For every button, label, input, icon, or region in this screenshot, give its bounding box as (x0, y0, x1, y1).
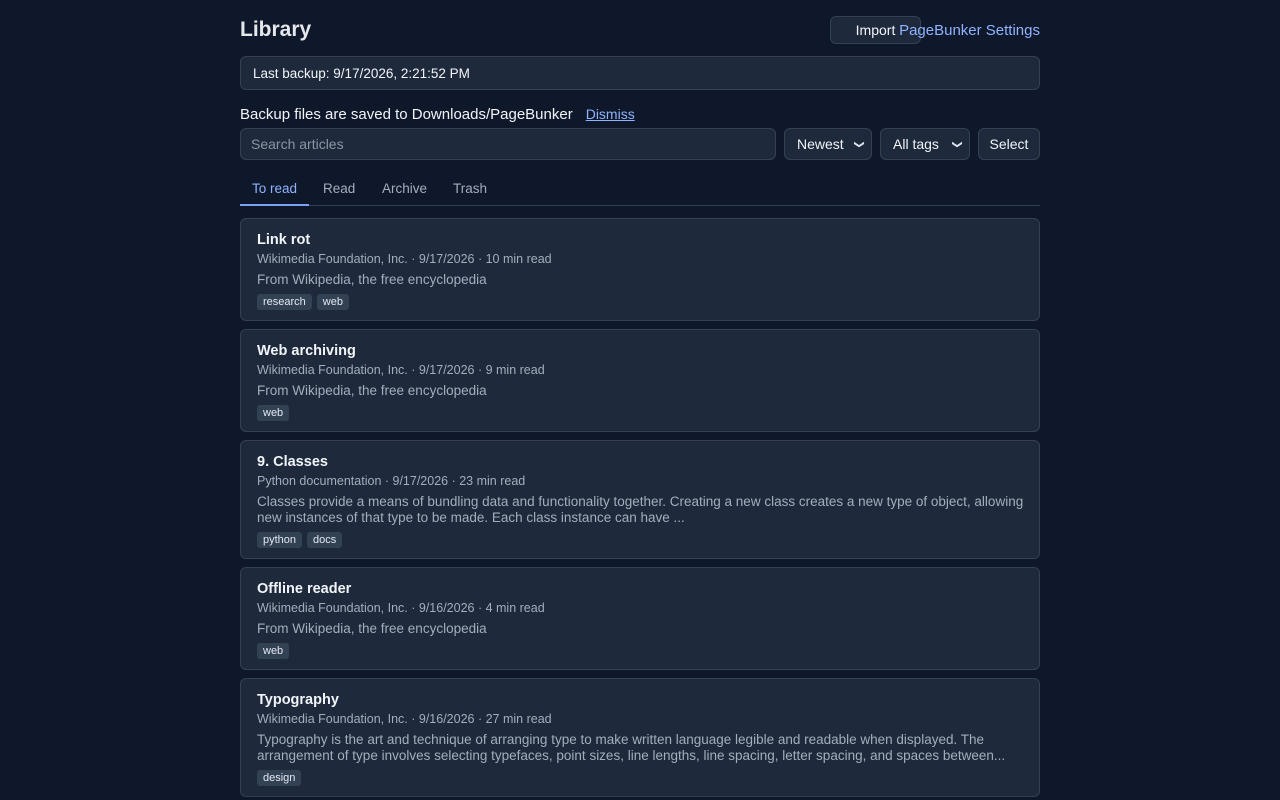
article-meta: Python documentation · 9/17/2026 · 23 mi… (257, 474, 526, 488)
dismiss-link[interactable]: Dismiss (586, 106, 635, 122)
article-card[interactable]: Offline reader Wikimedia Foundation, Inc… (240, 567, 1040, 670)
tab-archive[interactable]: Archive (370, 172, 439, 205)
chevron-down-icon: ❯ (951, 139, 963, 149)
tab-to-read[interactable]: To read (240, 172, 310, 206)
article-tags: python docs (257, 532, 343, 548)
article-card[interactable]: Link rot Wikimedia Foundation, Inc. · 9/… (240, 218, 1040, 321)
article-title: Typography (257, 692, 339, 708)
sort-select[interactable]: Newest ❯ (784, 128, 872, 160)
tab-bar: To read Read Archive Trash (240, 172, 1040, 206)
chevron-down-icon: ❯ (853, 139, 865, 149)
settings-link[interactable]: PageBunker Settings (899, 22, 1040, 39)
article-excerpt: Typography is the art and technique of a… (257, 732, 1006, 763)
select-button[interactable]: Select (978, 128, 1040, 160)
backup-status: Last backup: 9/17/2026, 2:21:52 PM (240, 56, 1040, 90)
article-title: Link rot (257, 232, 311, 248)
backup-notice-text: Backup files are saved to Downloads/Page… (240, 106, 573, 123)
article-excerpt: Classes provide a means of bundling data… (257, 494, 1024, 525)
article-card[interactable]: 9. Classes Python documentation · 9/17/2… (240, 440, 1040, 559)
article-card[interactable]: Typography Wikimedia Foundation, Inc. · … (240, 678, 1040, 797)
controls-bar: Newest ❯ All tags ❯ Select (240, 128, 1040, 160)
article-title: Web archiving (257, 343, 356, 359)
article-excerpt: From Wikipedia, the free encyclopedia (257, 272, 487, 287)
tag-badge: web (257, 643, 290, 659)
article-tags: design (257, 770, 302, 786)
tag-badge: python (257, 532, 303, 548)
article-meta: Wikimedia Foundation, Inc. · 9/16/2026 ·… (257, 601, 545, 615)
tag-badge: design (257, 770, 302, 786)
article-tags: web (257, 643, 290, 659)
tab-read[interactable]: Read (311, 172, 367, 205)
article-meta: Wikimedia Foundation, Inc. · 9/16/2026 ·… (257, 712, 552, 726)
header: Library Import PageBunker Settings (240, 16, 1040, 46)
tag-badge: docs (307, 532, 343, 548)
article-tags: web (257, 405, 290, 421)
article-card[interactable]: Web archiving Wikimedia Foundation, Inc.… (240, 329, 1040, 432)
article-meta: Wikimedia Foundation, Inc. · 9/17/2026 ·… (257, 252, 552, 266)
page-title: Library (240, 18, 312, 41)
article-meta: Wikimedia Foundation, Inc. · 9/17/2026 ·… (257, 363, 545, 377)
sort-select-value: Newest (797, 136, 844, 152)
backup-status-text: Last backup: 9/17/2026, 2:21:52 PM (253, 65, 470, 81)
article-excerpt: From Wikipedia, the free encyclopedia (257, 383, 487, 398)
tag-filter-select[interactable]: All tags ❯ (880, 128, 970, 160)
article-title: Offline reader (257, 581, 352, 597)
article-title: 9. Classes (257, 454, 328, 470)
tag-filter-value: All tags (893, 136, 939, 152)
search-input[interactable] (240, 128, 776, 160)
tag-badge: web (316, 294, 349, 310)
tab-trash[interactable]: Trash (441, 172, 499, 205)
tag-badge: web (257, 405, 290, 421)
backup-notice: Backup files are saved to Downloads/Page… (240, 106, 635, 123)
article-tags: research web (257, 294, 349, 310)
tag-badge: research (257, 294, 312, 310)
article-excerpt: From Wikipedia, the free encyclopedia (257, 621, 487, 636)
